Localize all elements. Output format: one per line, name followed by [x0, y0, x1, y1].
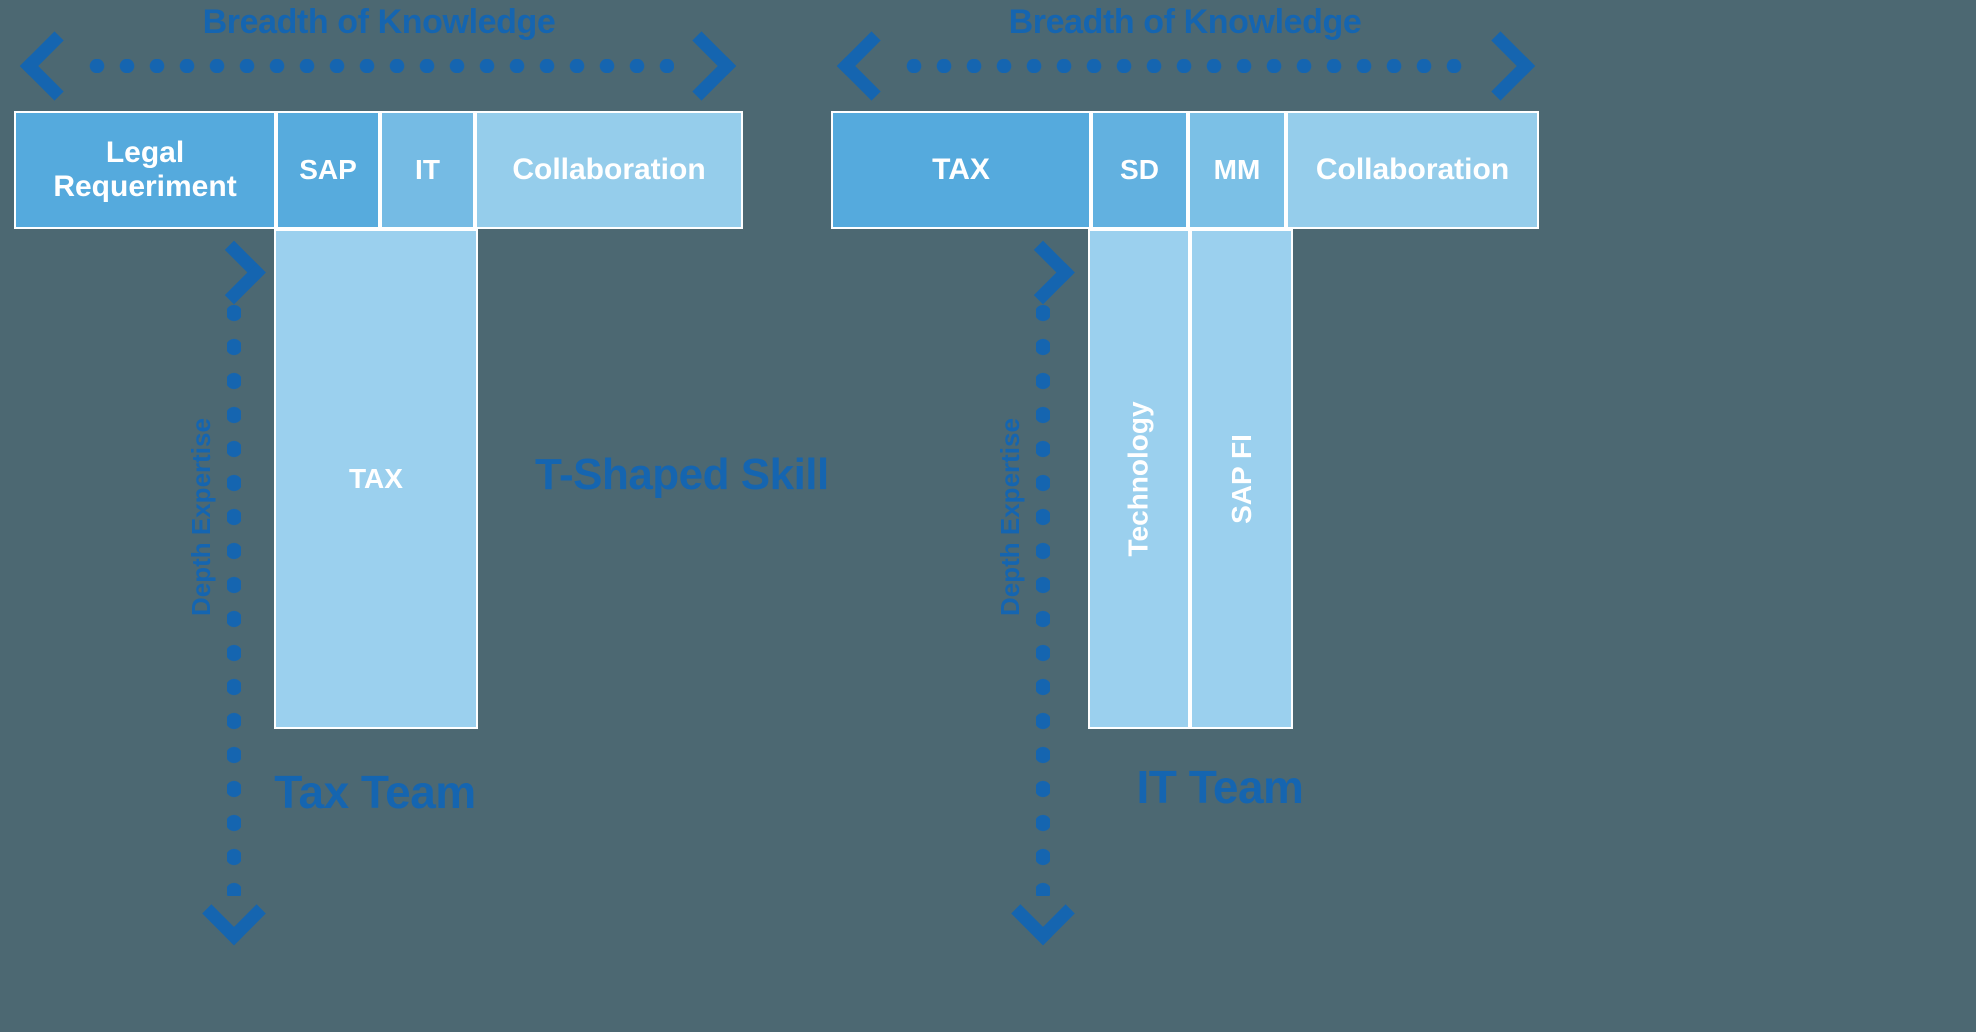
chevron-down-icon	[1011, 881, 1075, 946]
depth-bar-left: TAX	[274, 229, 478, 729]
breadth-segment-label: Legal Requeriment	[53, 136, 237, 203]
depth-label-right: Depth Expertise	[995, 418, 1025, 616]
chevron-left-icon	[19, 31, 90, 101]
breadth-segment[interactable]: SAP	[276, 111, 380, 229]
chevron-up-icon	[1011, 240, 1075, 305]
chevron-down-icon	[202, 881, 266, 946]
breadth-arrow-left	[19, 31, 737, 101]
breadth-segment-label: MM	[1213, 154, 1261, 186]
breadth-arrow-right	[836, 31, 1536, 101]
team-title-right: IT Team	[1136, 761, 1304, 813]
chevron-right-icon	[1465, 31, 1536, 101]
team-title-left: Tax Team	[274, 766, 476, 818]
depth-segment[interactable]: Technology	[1088, 229, 1190, 729]
diagram-canvas: Breadth of Knowledge Legal Requeriment SA…	[0, 0, 1976, 1032]
breadth-bar-left: Legal Requeriment SAP IT Collaboration	[14, 111, 743, 229]
breadth-segment-label: Collaboration	[1315, 153, 1510, 187]
breadth-segment-label: Collaboration	[512, 153, 706, 187]
depth-segment[interactable]: TAX	[274, 229, 478, 729]
chevron-left-icon	[836, 31, 907, 101]
breadth-segment-label: SD	[1120, 154, 1159, 186]
breadth-segment[interactable]: IT	[380, 111, 475, 229]
breadth-segment[interactable]: MM	[1188, 111, 1286, 229]
depth-segment-label: TAX	[349, 463, 403, 494]
breadth-bar-right: TAX SD MM Collaboration	[831, 111, 1539, 229]
dotted-line-icon	[82, 59, 674, 73]
breadth-segment[interactable]: TAX	[831, 111, 1091, 229]
depth-segment-label: Technology	[1123, 401, 1155, 557]
center-title: T-Shaped Skill	[535, 450, 829, 499]
breadth-segment[interactable]: SD	[1091, 111, 1188, 229]
breadth-segment[interactable]: Collaboration	[475, 111, 743, 229]
depth-label-left: Depth Expertise	[186, 418, 216, 616]
breadth-segment-label: TAX	[932, 153, 990, 187]
depth-bar-right: Technology SAP FI	[1088, 229, 1293, 729]
breadth-segment-label: IT	[415, 154, 440, 186]
depth-segment[interactable]: SAP FI	[1190, 229, 1293, 729]
breadth-segment-label: SAP	[299, 154, 357, 186]
dotted-line-icon	[899, 59, 1475, 73]
breadth-segment[interactable]: Collaboration	[1286, 111, 1539, 229]
depth-segment-label: SAP FI	[1225, 434, 1257, 524]
breadth-segment[interactable]: Legal Requeriment	[14, 111, 276, 229]
chevron-right-icon	[666, 31, 737, 101]
chevron-up-icon	[202, 240, 266, 305]
